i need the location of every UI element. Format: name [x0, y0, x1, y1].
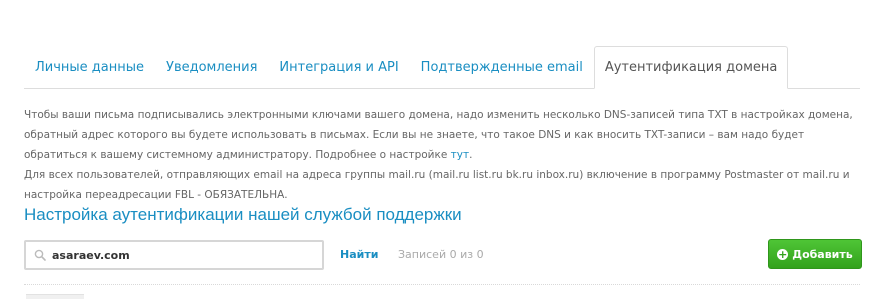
add-button[interactable]: + Добавить — [768, 239, 862, 269]
search-icon — [34, 249, 46, 261]
find-button[interactable]: Найти — [340, 248, 378, 261]
table-header-stub — [26, 294, 84, 299]
domain-auth-page: Личные данные Уведомления Интеграция и A… — [0, 0, 884, 299]
search-field[interactable] — [24, 240, 324, 270]
section-title: Настройка аутентификации нашей службой п… — [24, 205, 462, 224]
tab-domain-authentication[interactable]: Аутентификация домена — [593, 46, 789, 89]
description-paragraph: Чтобы ваши письма подписывались электрон… — [24, 105, 864, 165]
tab-personal-data[interactable]: Личные данные — [24, 46, 155, 88]
description-suffix: . — [469, 149, 473, 161]
tab-confirmed-email[interactable]: Подтвержденные email — [410, 46, 594, 88]
divider — [24, 284, 860, 285]
tab-notifications[interactable]: Уведомления — [155, 46, 268, 88]
settings-tabs: Личные данные Уведомления Интеграция и A… — [24, 46, 860, 89]
search-input[interactable] — [50, 247, 304, 263]
mailru-notice: Для всех пользователей, отправляющих ema… — [24, 169, 850, 201]
records-count: Записей 0 из 0 — [398, 248, 484, 261]
details-link[interactable]: тут — [451, 149, 469, 161]
tab-integration-api[interactable]: Интеграция и API — [268, 46, 409, 88]
description: Чтобы ваши письма подписывались электрон… — [24, 105, 864, 205]
add-button-label: Добавить — [792, 247, 853, 261]
description-text: Чтобы ваши письма подписывались электрон… — [24, 109, 853, 161]
plus-circle-icon: + — [777, 247, 789, 261]
